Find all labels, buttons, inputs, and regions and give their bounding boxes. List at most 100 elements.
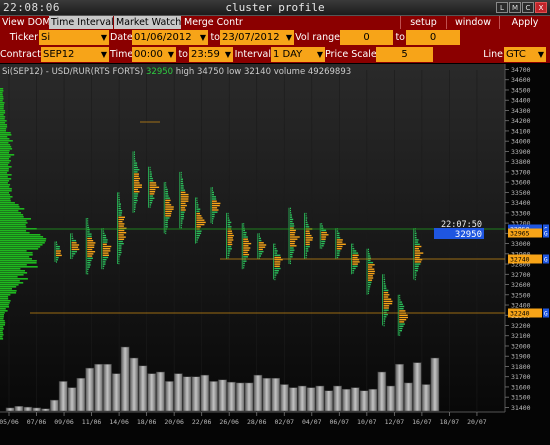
cluster-bar	[414, 230, 416, 232]
cluster-bar	[243, 262, 245, 265]
time-from-field[interactable]: 00:00 ▼	[132, 47, 176, 62]
cluster-bar	[118, 192, 120, 194]
cluster-bar	[134, 199, 138, 202]
tab-market-watch[interactable]: Market Watch	[114, 16, 181, 29]
time-tick-label: 05/06	[0, 418, 19, 426]
cluster-bar	[196, 210, 200, 213]
profile-bar	[0, 300, 11, 302]
volume-bar	[50, 399, 59, 412]
ticker-value: Si	[41, 32, 51, 43]
ticker-select[interactable]: Si ▼	[39, 30, 109, 45]
cluster-bar	[383, 300, 393, 303]
cluster-bar	[87, 268, 89, 270]
cluster-bar	[305, 239, 313, 241]
profile-bar	[0, 306, 9, 308]
cluster-bar	[196, 215, 202, 217]
profile-bar	[0, 150, 10, 152]
cluster-bar	[274, 252, 278, 254]
price-tick-label: 32000	[511, 342, 531, 350]
time-tick-label: 22/06	[192, 418, 212, 426]
cluster-bar	[352, 263, 358, 265]
contract-select[interactable]: SEP12 ▼	[41, 47, 109, 62]
apply-button[interactable]: Apply	[499, 16, 550, 29]
date-from-field[interactable]: 01/06/2012 ▼	[132, 30, 208, 45]
vol-to-input[interactable]: 0	[406, 30, 460, 45]
profile-bar	[0, 260, 37, 262]
cluster-bar	[87, 226, 90, 229]
cluster-bar	[87, 237, 92, 240]
cluster-bar	[212, 198, 217, 200]
volume-bar	[182, 376, 192, 412]
cluster-bar	[134, 186, 142, 188]
cluster-bar	[321, 247, 323, 249]
cluster-bar	[368, 286, 371, 288]
cluster-bar	[102, 239, 108, 241]
cluster-bar	[352, 265, 358, 267]
interval-select[interactable]: 1 DAY ▼	[271, 47, 325, 62]
cluster-bar	[212, 196, 216, 198]
tab-time-interval[interactable]: Time Interval	[49, 16, 114, 29]
cluster-bar	[383, 298, 392, 300]
cluster-bar	[149, 195, 154, 197]
profile-bar	[0, 238, 47, 240]
cluster-bar	[414, 239, 419, 241]
profile-bar	[0, 172, 8, 174]
cluster-bar	[352, 243, 354, 245]
cluster-bar	[321, 240, 326, 243]
cluster-bar	[305, 243, 310, 246]
price-tick-label: 31900	[511, 353, 531, 361]
profile-bar	[0, 96, 4, 98]
cluster-bar	[102, 234, 106, 237]
cluster-bar	[368, 292, 369, 295]
date-to-field[interactable]: 23/07/2012 ▼	[220, 30, 294, 45]
cluster-bar	[290, 229, 296, 232]
minimize-button[interactable]: M	[509, 2, 521, 13]
window-button[interactable]: window	[446, 16, 499, 29]
profile-bar	[0, 124, 7, 126]
line-select[interactable]: GTC ▼	[504, 47, 546, 62]
profile-bar	[0, 240, 46, 242]
cluster-bar	[134, 175, 139, 177]
time-tick-label: 07/06	[27, 418, 47, 426]
profile-bar	[0, 334, 4, 336]
contract-label: Contract	[0, 49, 41, 60]
total-volume: volume 49269893	[273, 67, 352, 77]
tab-view-dom[interactable]: View DOM	[0, 16, 51, 29]
profile-bar	[0, 254, 33, 256]
cluster-bar	[196, 204, 199, 206]
price-tick-label: 31800	[511, 363, 531, 371]
setup-button[interactable]: setup	[400, 16, 446, 29]
chevron-down-icon: ▼	[199, 33, 206, 42]
cluster-bar	[102, 250, 111, 252]
price-tick-label: 32500	[511, 291, 531, 299]
link-window-button[interactable]: L	[496, 2, 508, 13]
profile-bar	[0, 220, 27, 222]
cluster-bar	[258, 248, 263, 251]
profile-bar	[0, 262, 37, 264]
cluster-bar	[118, 232, 127, 234]
tab-merge-contracts[interactable]: Merge Contr	[182, 16, 243, 29]
cluster-bar	[383, 307, 389, 309]
collapse-button[interactable]: C	[522, 2, 534, 13]
price-scale-input[interactable]: 5	[376, 47, 433, 62]
time-to-field[interactable]: 23:59 ▼	[189, 47, 233, 62]
cluster-bar	[180, 174, 182, 176]
cluster-bar	[56, 256, 59, 259]
cluster-bar	[227, 215, 229, 217]
params-row-1: Ticker Si ▼ Date 01/06/2012 ▼ to 23/07/201…	[0, 29, 550, 46]
price-tick-label: 31600	[511, 383, 531, 391]
cluster-profile-chart[interactable]: 31400 31500 31600 31700 31800 31900 32000 32100…	[0, 64, 550, 445]
cluster-bar	[134, 182, 140, 184]
cluster-bar	[102, 252, 109, 254]
cluster-bar	[383, 294, 390, 296]
cluster-bar	[180, 226, 182, 229]
cluster-bar	[87, 264, 91, 266]
close-button[interactable]: X	[535, 2, 547, 13]
cluster-bar	[56, 261, 57, 263]
profile-bar	[0, 168, 9, 170]
vol-from-input[interactable]: 0	[340, 30, 393, 45]
cluster-bar	[212, 215, 215, 218]
cluster-bar	[243, 231, 247, 234]
profile-bar	[0, 264, 27, 266]
price-tick-label: 34200	[511, 117, 531, 125]
